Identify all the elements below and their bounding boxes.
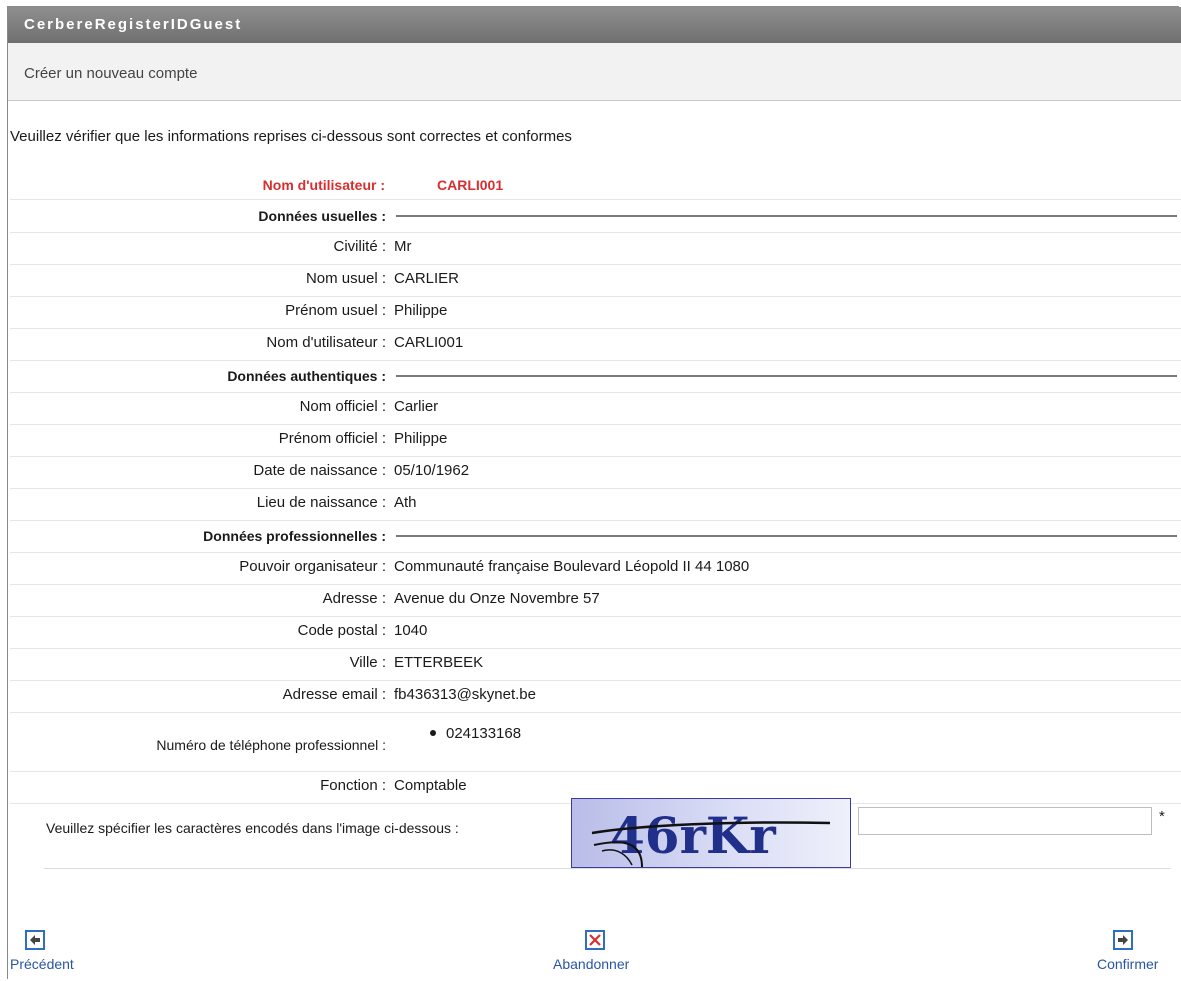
section-professional-data: Données professionnelles : xyxy=(10,521,1181,553)
field-value: Communauté française Boulevard Léopold I… xyxy=(394,558,750,575)
field-value: Comptable xyxy=(394,777,467,794)
field-value: fb436313@skynet.be xyxy=(394,686,536,703)
phone-list: 024133168 xyxy=(394,725,521,742)
field-value: CARLI001 xyxy=(394,334,464,351)
field-value: Mr xyxy=(394,238,412,255)
field-value: ETTERBEEK xyxy=(394,654,484,671)
field-row-official-name: Nom officiel : Carlier xyxy=(10,393,1181,425)
field-value: Carlier xyxy=(394,398,439,415)
section-title: Données authentiques : xyxy=(227,368,386,384)
section-authentic-data: Données authentiques : xyxy=(10,361,1181,393)
field-value: 1040 xyxy=(394,622,428,639)
field-row-civility: Civilité : Mr xyxy=(10,233,1181,265)
username-label: Nom d'utilisateur : xyxy=(262,177,385,193)
required-mark: * xyxy=(1159,808,1165,825)
field-value: Philippe xyxy=(394,430,448,447)
field-label: Nom d'utilisateur : xyxy=(266,334,386,351)
field-label: Code postal : xyxy=(297,622,386,639)
field-value: 05/10/1962 xyxy=(394,462,470,479)
field-value: Ath xyxy=(394,494,417,511)
section-title: Données professionnelles : xyxy=(203,528,386,544)
field-row-usual-name: Nom usuel : CARLIER xyxy=(10,265,1181,297)
captcha-text: 46rKr xyxy=(610,806,776,865)
previous-label: Précédent xyxy=(10,956,74,972)
confirm-label: Confirmer xyxy=(1097,956,1159,972)
field-label: Date de naissance : xyxy=(253,462,386,479)
page-subtitle: Créer un nouveau compte xyxy=(8,43,1181,101)
field-row-city: Ville : ETTERBEEK xyxy=(10,649,1181,681)
field-row-official-firstname: Prénom officiel : Philippe xyxy=(10,425,1181,457)
field-label: Civilité : xyxy=(333,238,386,255)
bullet-icon xyxy=(430,730,436,737)
previous-button[interactable]: Précédent xyxy=(10,930,74,972)
field-value: CARLIER xyxy=(394,270,460,287)
arrow-left-icon xyxy=(25,930,45,950)
captcha-label: Veuillez spécifier les caractères encodé… xyxy=(46,820,459,836)
field-value: Avenue du Onze Novembre 57 xyxy=(394,590,600,607)
account-summary: Données usuelles : Civilité : Mr Nom usu… xyxy=(10,201,1181,804)
section-divider xyxy=(396,375,1177,377)
field-label: Adresse email : xyxy=(282,686,386,703)
field-row-birth-place: Lieu de naissance : Ath xyxy=(10,489,1181,521)
phone-value: 024133168 xyxy=(446,725,522,742)
field-label: Ville : xyxy=(349,654,386,671)
section-divider xyxy=(396,535,1177,537)
field-label: Nom officiel : xyxy=(299,398,386,415)
field-label: Lieu de naissance : xyxy=(256,494,386,511)
abort-button[interactable]: Abandonner xyxy=(553,930,630,972)
captcha-input[interactable] xyxy=(858,807,1152,835)
field-label: Adresse : xyxy=(322,590,386,607)
username-value: CARLI001 xyxy=(437,177,504,193)
field-row-birth-date: Date de naissance : 05/10/1962 xyxy=(10,457,1181,489)
field-value: Philippe xyxy=(394,302,448,319)
abort-label: Abandonner xyxy=(553,956,630,972)
section-usual-data: Données usuelles : xyxy=(10,201,1181,233)
field-row-organizing-power: Pouvoir organisateur : Communauté frança… xyxy=(10,553,1181,585)
field-row-username: Nom d'utilisateur : CARLI001 xyxy=(10,329,1181,361)
field-label: Prénom officiel : xyxy=(278,430,386,447)
section-divider xyxy=(396,215,1177,217)
captcha-row: Veuillez spécifier les caractères encodé… xyxy=(44,796,1171,869)
window-title: CerbereRegisterIDGuest xyxy=(8,7,1181,43)
field-row-address: Adresse : Avenue du Onze Novembre 57 xyxy=(10,585,1181,617)
field-row-usual-firstname: Prénom usuel : Philippe xyxy=(10,297,1181,329)
close-icon xyxy=(585,930,605,950)
field-label: Prénom usuel : xyxy=(285,302,386,319)
captcha-image: 46rKr xyxy=(571,798,851,868)
field-row-phone: Numéro de téléphone professionnel : 0241… xyxy=(10,713,1181,772)
section-title: Données usuelles : xyxy=(258,208,386,224)
field-label: Fonction : xyxy=(320,777,386,794)
field-row-email: Adresse email : fb436313@skynet.be xyxy=(10,681,1181,713)
field-label: Numéro de téléphone professionnel : xyxy=(156,737,386,753)
field-label: Nom usuel : xyxy=(305,270,386,287)
intro-text: Veuillez vérifier que les informations r… xyxy=(10,128,572,145)
username-highlight-row: Nom d'utilisateur : CARLI001 xyxy=(10,175,1181,200)
field-row-postal-code: Code postal : 1040 xyxy=(10,617,1181,649)
field-label: Pouvoir organisateur : xyxy=(239,558,386,575)
arrow-right-icon xyxy=(1113,930,1133,950)
confirm-button[interactable]: Confirmer xyxy=(1097,930,1159,972)
